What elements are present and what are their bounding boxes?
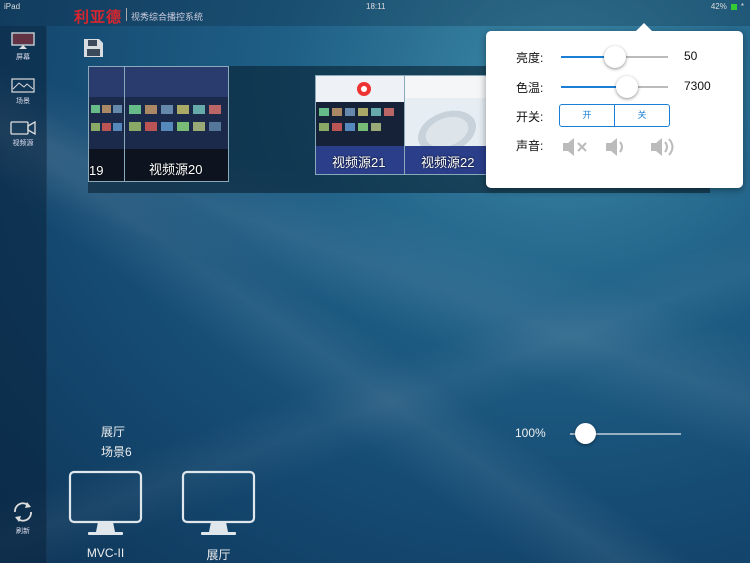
video-source-thumb-22[interactable]: 视频源22	[404, 75, 492, 175]
sound-label: 声音:	[516, 139, 544, 153]
sidebar-item-scene[interactable]: 场景	[0, 78, 46, 106]
color-temp-value: 7300	[684, 79, 711, 93]
sidebar-item-screen[interactable]: 屏幕	[0, 32, 46, 62]
scene-icon	[11, 78, 35, 93]
monitor-icon	[11, 32, 35, 49]
status-bar: iPad 18:11 42% *	[0, 0, 750, 12]
status-marker: *	[740, 2, 744, 11]
battery-percent: 42%	[710, 2, 727, 11]
screen-exhibition-hall[interactable]: 展厅	[181, 470, 256, 563]
brightness-slider-knob[interactable]	[604, 46, 626, 68]
color-temp-slider-knob[interactable]	[616, 76, 638, 98]
video-source-label: 19	[89, 163, 104, 178]
video-source-thumb-20[interactable]: 视频源20	[124, 66, 229, 182]
power-toggle[interactable]: 开 关	[559, 104, 670, 127]
power-off-button[interactable]: 关	[614, 105, 669, 126]
brightness-value: 50	[684, 49, 698, 63]
video-source-label: 视频源20	[149, 162, 203, 177]
sidebar-item-label: 视频源	[12, 140, 34, 147]
color-temp-label: 色温:	[516, 81, 544, 95]
save-button[interactable]	[83, 38, 104, 63]
refresh-button[interactable]: 刷新	[0, 500, 46, 536]
video-source-label: 视频源21	[332, 155, 386, 170]
sidebar: 屏幕 场景 视频源 刷新	[0, 26, 47, 563]
clock: 18:11	[366, 2, 386, 11]
refresh-label: 刷新	[16, 528, 30, 535]
mute-icon[interactable]	[561, 135, 589, 159]
brightness-label: 亮度:	[516, 51, 544, 65]
device-name: iPad	[4, 2, 21, 11]
screen-label: MVC-II	[86, 546, 125, 560]
sidebar-item-label: 屏幕	[16, 54, 30, 61]
battery-status: 42% *	[711, 2, 744, 11]
video-camera-icon	[10, 120, 36, 136]
save-icon	[84, 39, 103, 57]
monitor-icon	[68, 470, 143, 535]
screen-settings-popover: 亮度: 50 色温: 7300 开关: 开 关 声音:	[486, 23, 743, 188]
monitor-icon	[181, 470, 256, 535]
zoom-value: 100%	[515, 426, 546, 440]
refresh-icon	[14, 502, 32, 522]
color-temp-slider[interactable]	[561, 76, 668, 98]
brightness-slider[interactable]	[561, 46, 668, 68]
volume-high-icon[interactable]	[649, 135, 679, 159]
video-source-thumb-19[interactable]: 19	[88, 66, 125, 182]
power-label: 开关:	[516, 110, 544, 124]
screen-mvc-ii[interactable]: MVC-II	[68, 470, 143, 560]
volume-low-icon[interactable]	[604, 135, 630, 159]
screen-label: 展厅	[206, 548, 231, 562]
video-source-thumb-21[interactable]: 视频源21	[315, 75, 405, 175]
power-on-button[interactable]: 开	[560, 105, 614, 126]
sidebar-item-video-source[interactable]: 视频源	[0, 120, 46, 148]
scene-hall-name: 展厅	[101, 425, 126, 439]
video-source-label: 视频源22	[421, 155, 475, 170]
scene-name: 场景6	[101, 445, 132, 459]
zoom-slider-knob[interactable]	[575, 423, 596, 444]
sidebar-item-label: 场景	[16, 98, 30, 105]
battery-icon	[730, 3, 737, 10]
